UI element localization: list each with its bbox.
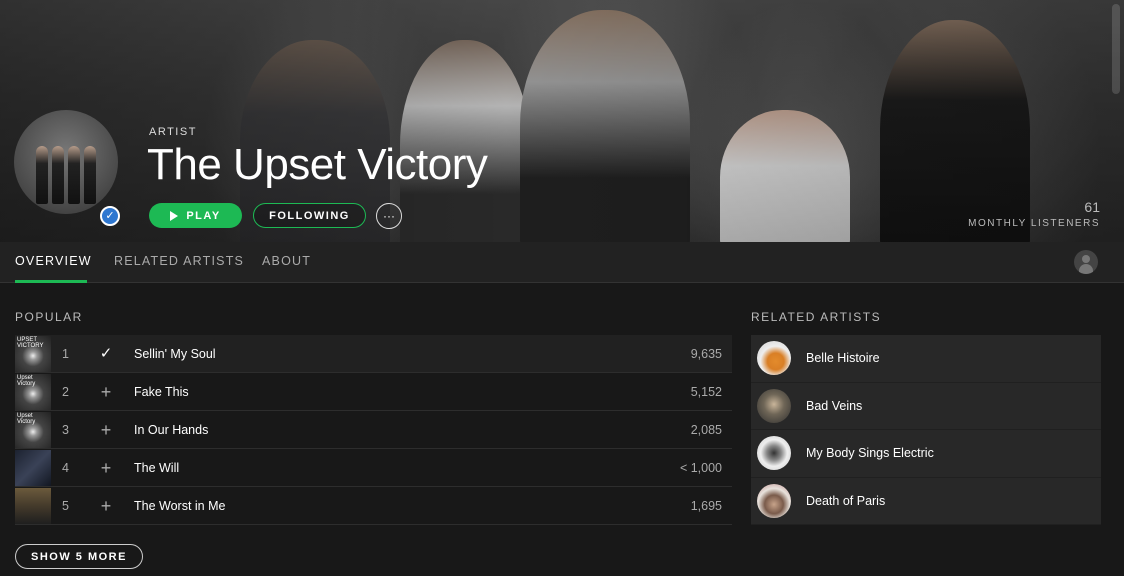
track-artwork [15, 488, 51, 524]
track-title: Sellin' My Soul [134, 346, 216, 361]
related-artist-item[interactable]: Belle Histoire [751, 335, 1101, 383]
plus-icon[interactable]: + [99, 383, 113, 401]
track-title: In Our Hands [134, 422, 209, 437]
track-play-count: < 1,000 [679, 460, 722, 475]
track-row[interactable]: Upset Victory 3 + In Our Hands 2,085 [15, 411, 732, 449]
avatar-figure [52, 146, 64, 204]
play-button-label: PLAY [186, 209, 221, 222]
track-row[interactable]: Upset Victory 2 + Fake This 5,152 [15, 373, 732, 411]
verified-badge-icon: ✓ [100, 206, 120, 226]
track-title: The Will [134, 460, 180, 475]
track-row[interactable]: 4 + The Will < 1,000 [15, 449, 732, 487]
check-icon[interactable]: ✓ [99, 345, 113, 363]
track-artwork: Upset Victory [15, 412, 51, 448]
tab-related-artists[interactable]: RELATED ARTISTS [114, 254, 244, 268]
artist-tabs: OVERVIEW RELATED ARTISTS ABOUT [0, 242, 1124, 283]
monthly-listeners-count: 61 [1084, 199, 1100, 215]
related-artist-avatar [757, 483, 791, 518]
artwork-text: Upset Victory [17, 413, 36, 425]
scrollbar-thumb[interactable] [1112, 4, 1120, 94]
user-icon[interactable] [1074, 250, 1098, 274]
tab-overview[interactable]: OVERVIEW [15, 254, 92, 268]
artist-type-label: ARTIST [149, 126, 197, 138]
active-tab-indicator [15, 280, 87, 283]
related-artist-item[interactable]: My Body Sings Electric [751, 430, 1101, 478]
following-button[interactable]: FOLLOWING [253, 203, 366, 228]
track-play-count: 5,152 [690, 384, 722, 399]
track-number: 2 [62, 384, 69, 399]
show-more-label: SHOW 5 MORE [31, 550, 127, 563]
track-artwork [15, 450, 51, 486]
track-row[interactable]: 5 + The Worst in Me 1,695 [15, 487, 732, 525]
plus-icon[interactable]: + [99, 459, 113, 477]
track-title: Fake This [134, 384, 189, 399]
track-play-count: 2,085 [690, 422, 722, 437]
popular-section-title: POPULAR [15, 310, 83, 324]
play-icon [170, 210, 179, 221]
artwork-text: Upset Victory [17, 375, 36, 387]
track-row[interactable]: UPSET VICTORY 1 ✓ Sellin' My Soul 9,635 [15, 335, 732, 373]
track-artwork: Upset Victory [15, 374, 51, 410]
related-artist-avatar [757, 388, 791, 423]
related-artist-name: Belle Histoire [806, 351, 880, 366]
avatar-figure [68, 146, 80, 204]
track-number: 1 [62, 346, 69, 361]
track-play-count: 1,695 [690, 498, 722, 513]
track-number: 3 [62, 422, 69, 437]
track-number: 4 [62, 460, 69, 475]
monthly-listeners-label: MONTHLY LISTENERS [968, 218, 1100, 229]
related-artist-name: My Body Sings Electric [806, 446, 934, 461]
related-artists-title: RELATED ARTISTS [751, 310, 882, 324]
avatar-figure [36, 146, 48, 204]
artwork-text: UPSET VICTORY [17, 337, 44, 349]
artist-name: The Upset Victory [147, 140, 488, 189]
related-artist-item[interactable]: Death of Paris [751, 478, 1101, 525]
popular-tracks-list: UPSET VICTORY 1 ✓ Sellin' My Soul 9,635 … [15, 335, 732, 525]
tab-about[interactable]: ABOUT [262, 254, 311, 268]
avatar-figure [84, 146, 96, 204]
plus-icon[interactable]: + [99, 497, 113, 515]
track-play-count: 9,635 [690, 346, 722, 361]
following-button-label: FOLLOWING [269, 209, 350, 222]
plus-icon[interactable]: + [99, 421, 113, 439]
related-artist-avatar [757, 436, 791, 471]
track-title: The Worst in Me [134, 498, 226, 513]
track-artwork: UPSET VICTORY [15, 336, 51, 372]
related-artist-name: Death of Paris [806, 493, 886, 508]
artist-avatar [14, 110, 118, 214]
ellipsis-icon: ··· [383, 209, 395, 223]
more-options-button[interactable]: ··· [376, 203, 402, 229]
play-button[interactable]: PLAY [149, 203, 242, 228]
related-artist-item[interactable]: Bad Veins [751, 383, 1101, 430]
track-number: 5 [62, 498, 69, 513]
show-more-button[interactable]: SHOW 5 MORE [15, 544, 143, 569]
related-artists-list: Belle Histoire Bad Veins My Body Sings E… [751, 335, 1101, 525]
related-artist-avatar [757, 341, 791, 376]
related-artist-name: Bad Veins [806, 398, 863, 413]
artist-header: ✓ ARTIST The Upset Victory PLAY FOLLOWIN… [0, 0, 1124, 242]
